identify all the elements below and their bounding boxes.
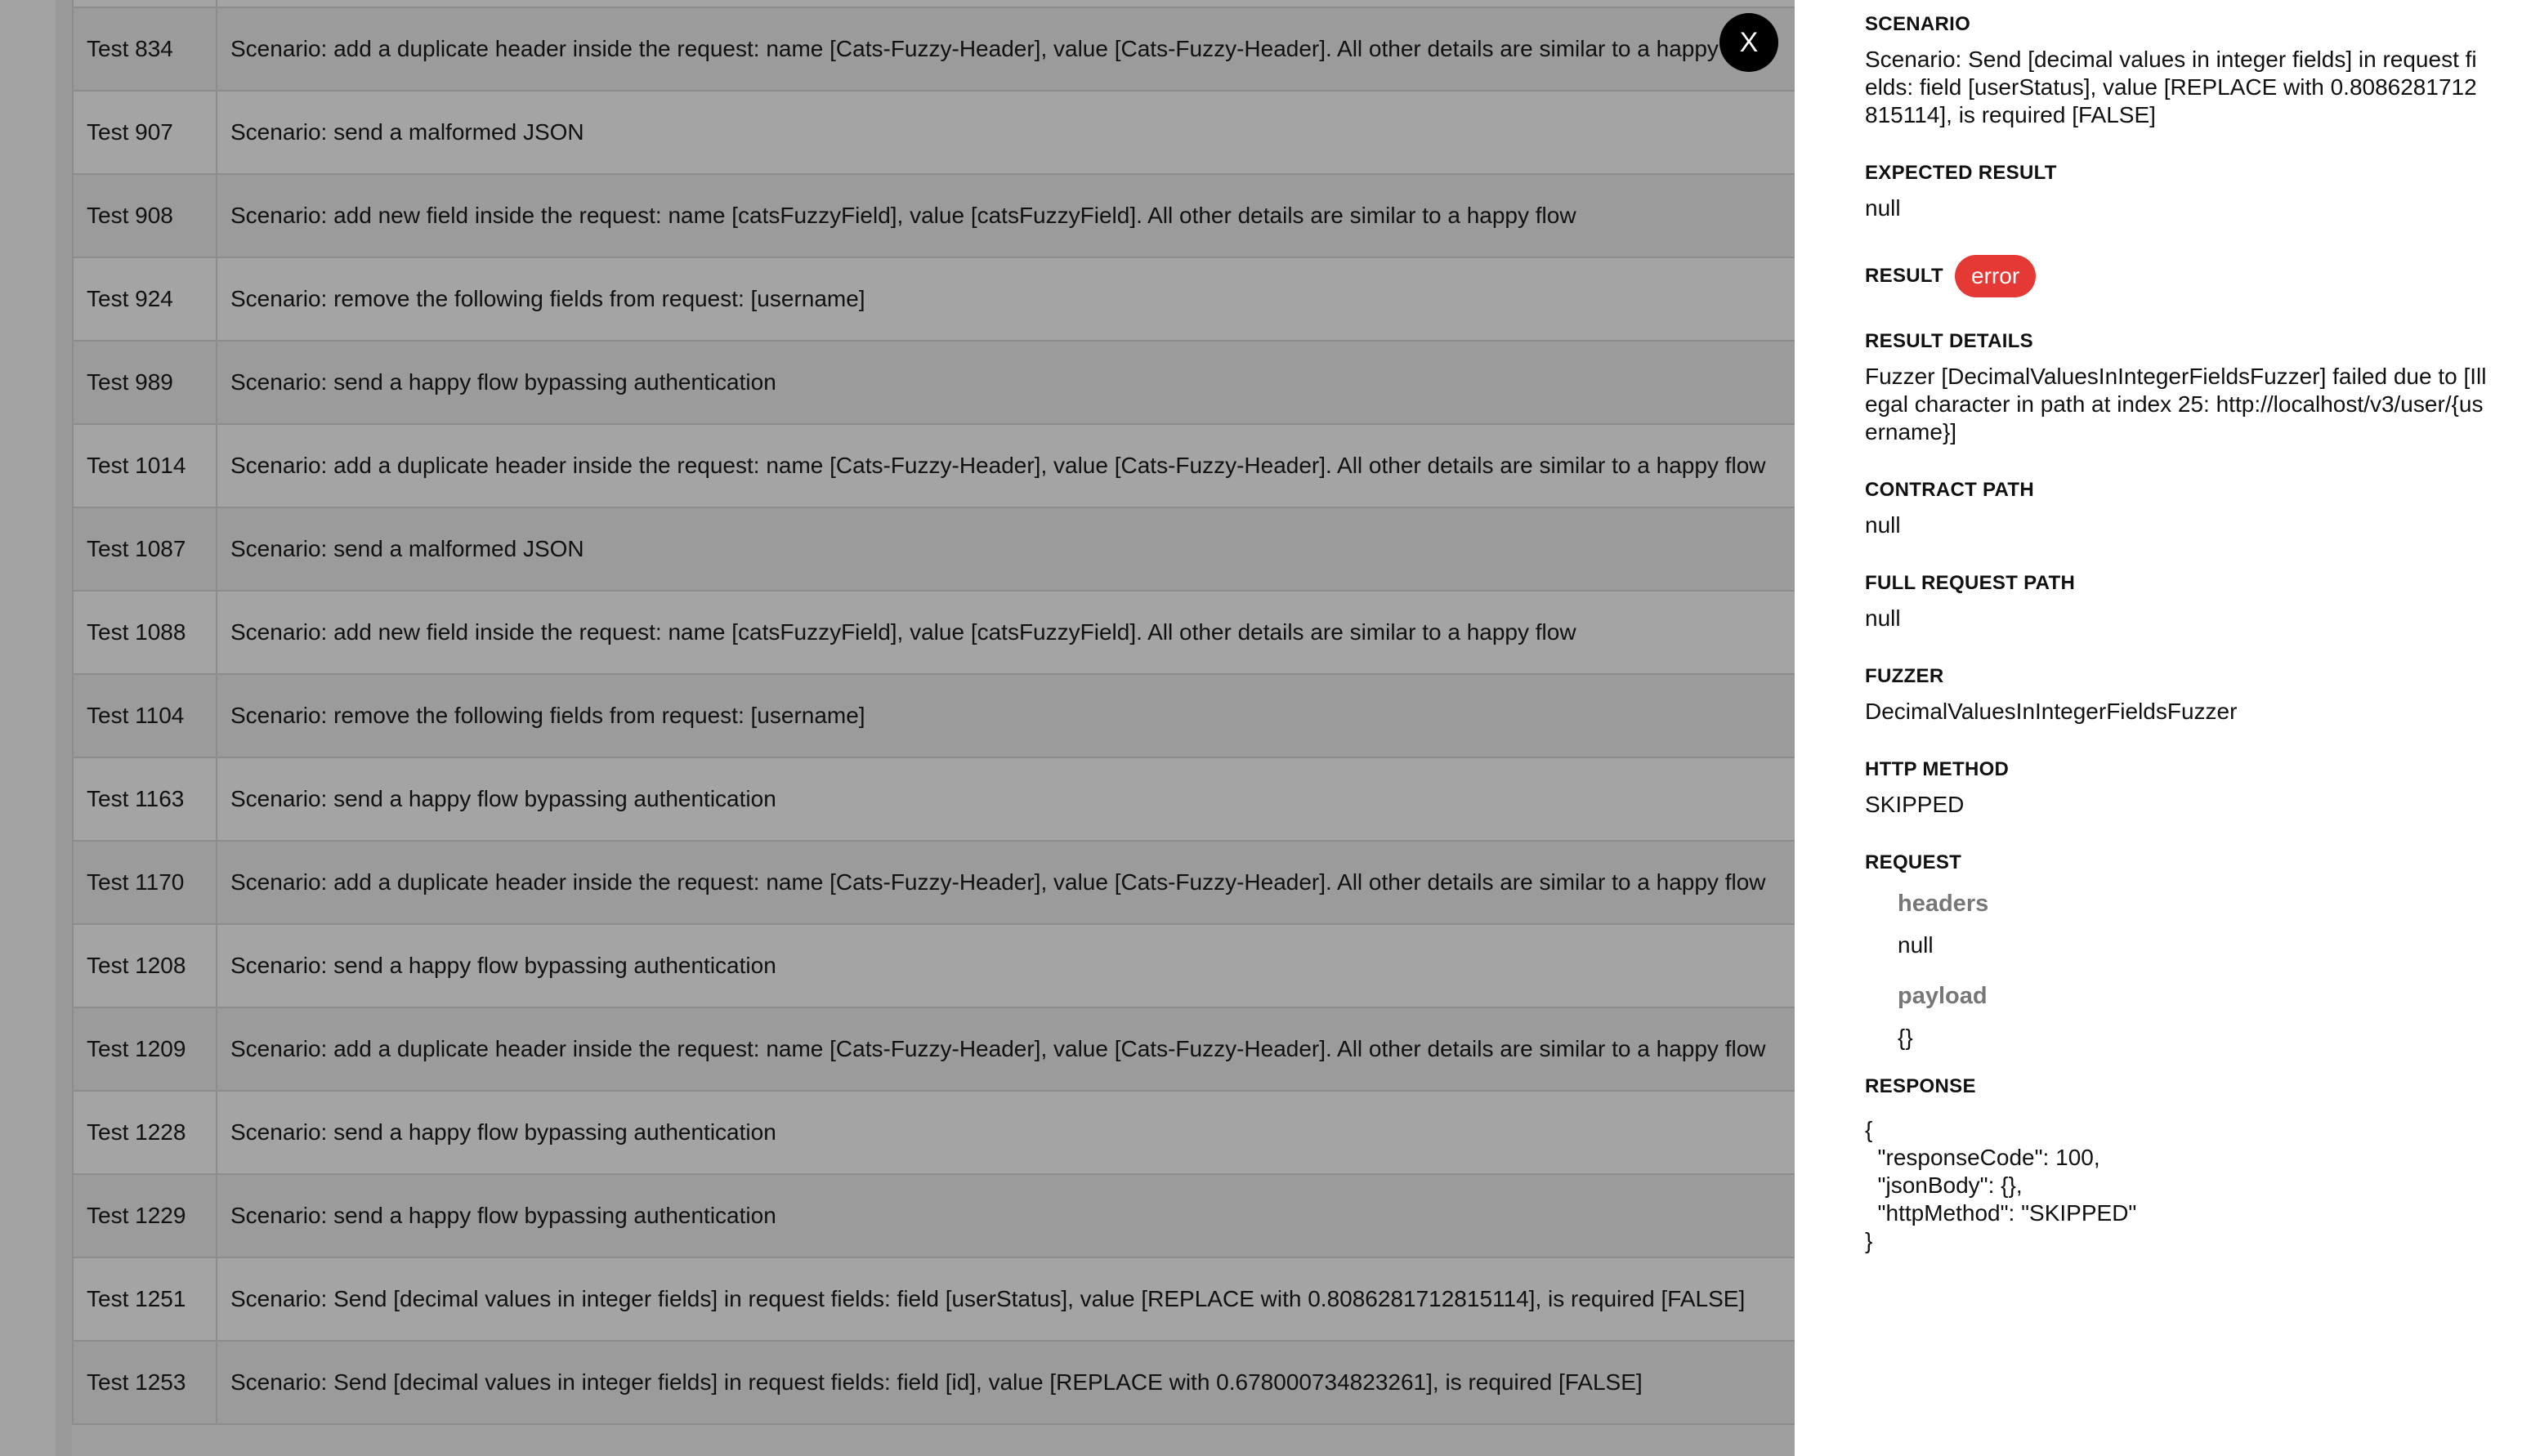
test-id-cell: Test 1229 (72, 1173, 217, 1258)
table-row[interactable]: Test 1163 Scenario: send a happy flow byp… (72, 757, 1824, 842)
scenario-cell (216, 0, 1824, 8)
table-row[interactable]: Test 907 Scenario: send a malformed JSON (72, 90, 1824, 175)
request-payload-label: payload (1898, 983, 1988, 1009)
contract-path-value: null (1865, 512, 1901, 538)
results-table-body: Test 834 Scenario: add a duplicate header… (72, 0, 1824, 1425)
result-row: RESULT error (1865, 255, 2489, 297)
test-id-cell: Test 1208 (72, 923, 217, 1008)
test-id-cell: Test 907 (72, 90, 217, 175)
table-row-partial[interactable] (72, 0, 1824, 8)
table-row[interactable]: Test 989 Scenario: send a happy flow bypa… (72, 340, 1824, 425)
response-label: RESPONSE (1865, 1075, 1976, 1097)
table-row[interactable]: Test 1228 Scenario: send a happy flow byp… (72, 1090, 1824, 1175)
table-row[interactable]: Test 924 Scenario: remove the following f… (72, 257, 1824, 342)
test-id-cell: Test 924 (72, 257, 217, 342)
table-row[interactable]: Test 1229 Scenario: send a happy flow byp… (72, 1173, 1824, 1258)
fuzzer-value: DecimalValuesInIntegerFieldsFuzzer (1865, 699, 2238, 724)
test-id-cell: Test 1163 (72, 757, 217, 842)
table-row[interactable]: Test 834 Scenario: add a duplicate header… (72, 7, 1824, 92)
test-id-cell: Test 1170 (72, 840, 217, 925)
test-id-cell: Test 1209 (72, 1007, 217, 1092)
scenario-cell: Scenario: Send [decimal values in intege… (216, 1257, 1824, 1342)
contract-path-label: CONTRACT PATH (1865, 479, 2034, 501)
test-id-cell: Test 1104 (72, 673, 217, 758)
result-status-badge: error (1955, 255, 2037, 297)
http-method-label: HTTP METHOD (1865, 758, 2010, 780)
response-body: { "responseCode": 100, "jsonBody": {}, "… (1865, 1117, 2137, 1253)
results-table: Test 834 Scenario: add a duplicate header… (72, 0, 1824, 1425)
test-id-cell: Test 1014 (72, 423, 217, 508)
report-page: Test 834 Scenario: add a duplicate header… (0, 0, 2522, 1456)
scenario-value: Scenario: Send [decimal values in intege… (1865, 47, 2477, 127)
result-label: RESULT (1865, 265, 1944, 287)
left-gutter (0, 0, 72, 1456)
table-row[interactable]: Test 1253 Scenario: Send [decimal values … (72, 1340, 1824, 1425)
result-details-value: Fuzzer [DecimalValuesInIntegerFieldsFuzz… (1865, 364, 2487, 444)
scenario-label: SCENARIO (1865, 13, 1971, 35)
scenario-cell: Scenario: add new field inside the reque… (216, 590, 1824, 675)
request-payload-value: {} (1898, 1025, 1913, 1050)
expected-result-value: null (1865, 195, 1901, 221)
table-row[interactable]: Test 1087 Scenario: send a malformed JSON (72, 507, 1824, 592)
test-id-cell: Test 1228 (72, 1090, 217, 1175)
test-id-cell: Test 1088 (72, 590, 217, 675)
table-row[interactable]: Test 1014 Scenario: add a duplicate heade… (72, 423, 1824, 508)
scenario-cell: Scenario: add a duplicate header inside … (216, 840, 1824, 925)
scenario-cell: Scenario: send a happy flow bypassing au… (216, 340, 1824, 425)
table-row[interactable]: Test 1104 Scenario: remove the following … (72, 673, 1824, 758)
test-id-cell: Test 1251 (72, 1257, 217, 1342)
scenario-cell: Scenario: remove the following fields fr… (216, 257, 1824, 342)
full-request-path-label: FULL REQUEST PATH (1865, 572, 2076, 594)
table-row[interactable]: Test 1251 Scenario: Send [decimal values … (72, 1257, 1824, 1342)
scenario-cell: Scenario: add a duplicate header inside … (216, 1007, 1824, 1092)
scenario-cell: Scenario: remove the following fields fr… (216, 673, 1824, 758)
scenario-cell: Scenario: Send [decimal values in intege… (216, 1340, 1824, 1425)
scenario-cell: Scenario: add a duplicate header inside … (216, 423, 1824, 508)
result-details-label: RESULT DETAILS (1865, 330, 2033, 352)
test-id-cell: Test 1253 (72, 1340, 217, 1425)
scenario-cell: Scenario: send a happy flow bypassing au… (216, 1090, 1824, 1175)
test-id-cell: Test 1087 (72, 507, 217, 592)
fuzzer-label: FUZZER (1865, 665, 1944, 687)
scenario-cell: Scenario: send a happy flow bypassing au… (216, 757, 1824, 842)
scenario-cell: Scenario: add a duplicate header inside … (216, 7, 1824, 92)
expected-result-label: EXPECTED RESULT (1865, 162, 2057, 184)
table-row[interactable]: Test 1170 Scenario: add a duplicate heade… (72, 840, 1824, 925)
test-id-cell: Test 908 (72, 173, 217, 258)
test-id-cell: Test 989 (72, 340, 217, 425)
http-method-value: SKIPPED (1865, 792, 1965, 817)
scenario-cell: Scenario: send a malformed JSON (216, 507, 1824, 592)
request-headers-label: headers (1898, 891, 1989, 917)
full-request-path-value: null (1865, 605, 1901, 631)
scenario-cell: Scenario: send a happy flow bypassing au… (216, 923, 1824, 1008)
request-label: REQUEST (1865, 851, 1962, 873)
table-row[interactable]: Test 1088 Scenario: add new field inside … (72, 590, 1824, 675)
results-table-container[interactable]: Test 834 Scenario: add a duplicate header… (72, 0, 1824, 1456)
scenario-cell: Scenario: send a malformed JSON (216, 90, 1824, 175)
test-id-cell (72, 0, 217, 8)
request-headers-value: null (1898, 932, 1934, 958)
scenario-cell: Scenario: send a happy flow bypassing au… (216, 1173, 1824, 1258)
test-id-cell: Test 834 (72, 7, 217, 92)
close-button[interactable]: X (1719, 13, 1778, 72)
table-row[interactable]: Test 1209 Scenario: add a duplicate heade… (72, 1007, 1824, 1092)
details-panel: SCENARIO Scenario: Send [decimal values … (1795, 0, 2522, 1456)
table-row[interactable]: Test 908 Scenario: add new field inside t… (72, 173, 1824, 258)
scenario-cell: Scenario: add new field inside the reque… (216, 173, 1824, 258)
table-row[interactable]: Test 1208 Scenario: send a happy flow byp… (72, 923, 1824, 1008)
